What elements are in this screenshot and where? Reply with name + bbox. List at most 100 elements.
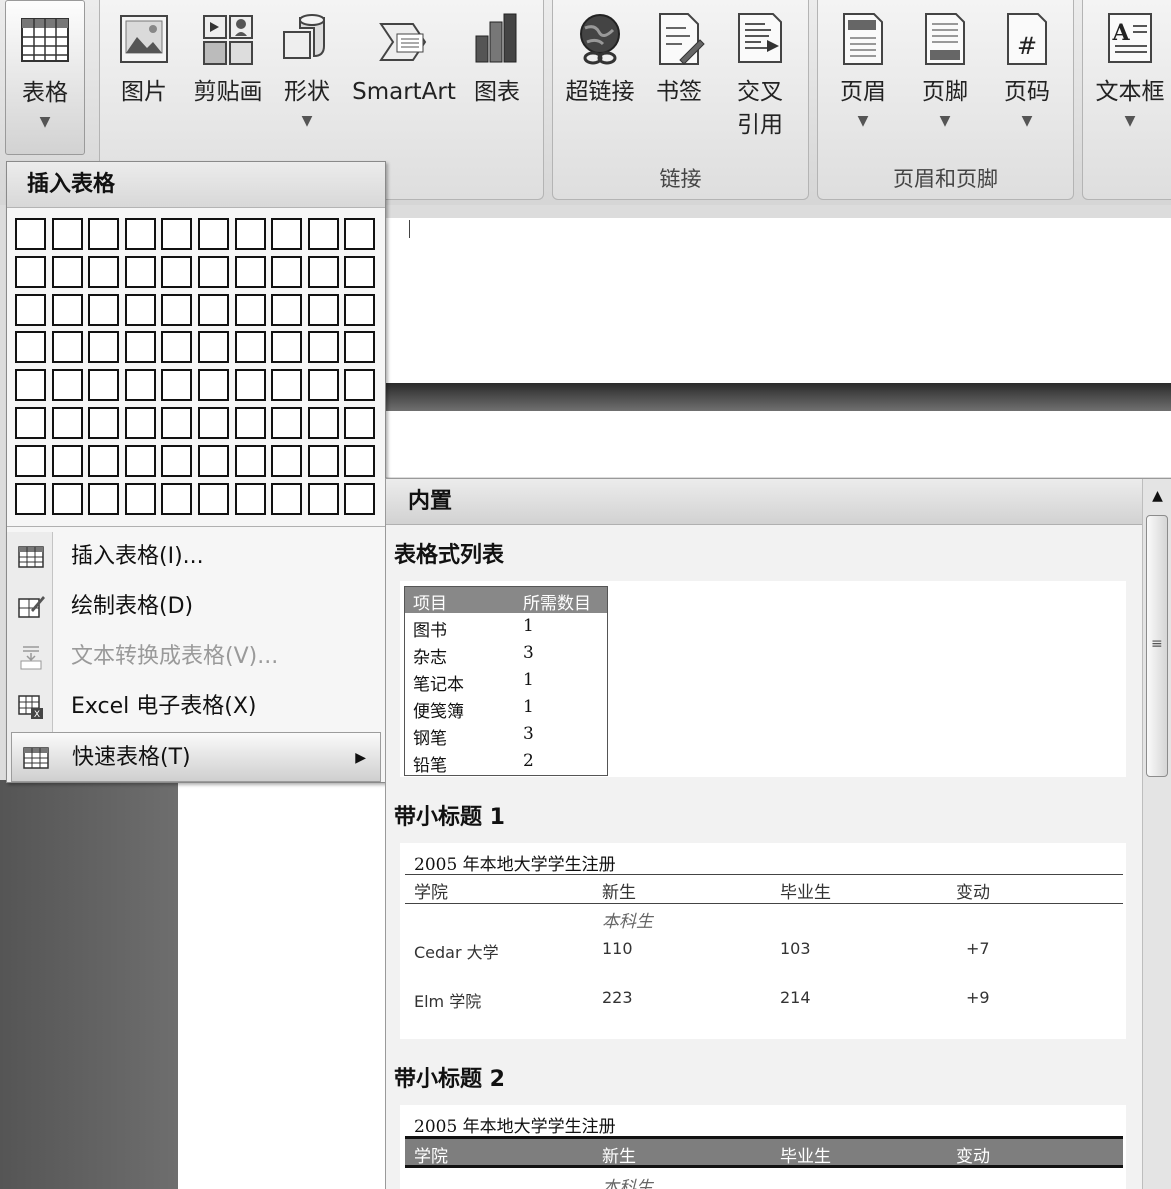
grid-cell[interactable]	[88, 255, 120, 288]
grid-cell[interactable]	[124, 482, 156, 515]
grid-cell[interactable]	[307, 369, 339, 402]
scroll-up-icon[interactable]: ▲	[1143, 479, 1171, 513]
gallery-scrollbar[interactable]: ▲ ≡	[1142, 479, 1171, 1189]
grid-cell[interactable]	[124, 369, 156, 402]
grid-cell[interactable]	[15, 369, 46, 402]
grid-cell[interactable]	[344, 407, 376, 439]
grid-cell[interactable]	[234, 407, 266, 439]
grid-cell[interactable]	[344, 482, 376, 515]
grid-cell[interactable]	[15, 444, 46, 477]
grid-cell[interactable]	[198, 218, 229, 250]
grid-cell[interactable]	[124, 255, 156, 288]
grid-cell[interactable]	[198, 331, 229, 364]
grid-cell[interactable]	[234, 331, 266, 364]
grid-cell[interactable]	[124, 331, 156, 364]
grid-cell[interactable]	[344, 218, 376, 250]
grid-cell[interactable]	[271, 255, 303, 288]
smartart-button[interactable]: SmartArt	[348, 0, 460, 109]
grid-cell[interactable]	[161, 444, 193, 477]
grid-cell[interactable]	[88, 444, 120, 477]
document-page-top[interactable]	[385, 218, 1171, 383]
grid-cell[interactable]	[124, 218, 156, 250]
document-page-left[interactable]	[178, 780, 386, 1189]
grid-cell[interactable]	[344, 369, 376, 402]
grid-cell[interactable]	[15, 255, 46, 288]
tabular-list-preview[interactable]: 项目 所需数目 图书 1 杂志 3 笔记本 1 便笺簿 1 钢笔 3 铅笔 2	[400, 581, 1126, 777]
table-button[interactable]: 表格 ▼	[5, 0, 85, 155]
grid-cell[interactable]	[344, 293, 376, 326]
grid-cell[interactable]	[124, 444, 156, 477]
grid-cell[interactable]	[344, 255, 376, 288]
grid-cell[interactable]	[307, 293, 339, 326]
grid-cell[interactable]	[51, 369, 83, 402]
hyperlink-button[interactable]: 超链接	[557, 0, 643, 109]
menu-item-excel-sheet[interactable]: X Excel 电子表格(X)	[7, 682, 385, 732]
grid-cell[interactable]	[234, 293, 266, 326]
grid-cell[interactable]	[15, 407, 46, 439]
subheading-2-preview[interactable]: 2005 年本地大学学生注册 学院 新生 毕业生 变动 本科生	[400, 1105, 1126, 1189]
grid-cell[interactable]	[271, 407, 303, 439]
grid-cell[interactable]	[234, 369, 266, 402]
grid-cell[interactable]	[51, 444, 83, 477]
grid-cell[interactable]	[271, 218, 303, 250]
grid-cell[interactable]	[88, 482, 120, 515]
grid-cell[interactable]	[15, 218, 46, 250]
grid-cell[interactable]	[51, 407, 83, 439]
grid-cell[interactable]	[271, 331, 303, 364]
grid-cell[interactable]	[15, 482, 46, 515]
menu-item-quick-tables[interactable]: 快速表格(T) ▶	[11, 732, 381, 782]
grid-cell[interactable]	[198, 482, 229, 515]
grid-cell[interactable]	[271, 369, 303, 402]
grid-cell[interactable]	[161, 293, 193, 326]
grid-cell[interactable]	[344, 331, 376, 364]
picture-button[interactable]: 图片	[108, 0, 180, 109]
grid-cell[interactable]	[88, 293, 120, 326]
grid-cell[interactable]	[198, 444, 229, 477]
table-size-grid[interactable]	[15, 218, 377, 520]
grid-cell[interactable]	[124, 407, 156, 439]
bookmark-button[interactable]: 书签	[647, 0, 711, 109]
grid-cell[interactable]	[88, 369, 120, 402]
chart-button[interactable]: 图表	[464, 0, 530, 109]
grid-cell[interactable]	[234, 255, 266, 288]
grid-cell[interactable]	[307, 444, 339, 477]
grid-cell[interactable]	[271, 444, 303, 477]
grid-cell[interactable]	[88, 407, 120, 439]
grid-cell[interactable]	[234, 482, 266, 515]
grid-cell[interactable]	[51, 255, 83, 288]
grid-cell[interactable]	[15, 293, 46, 326]
header-button[interactable]: 页眉 ▼	[828, 0, 898, 133]
menu-item-insert-table[interactable]: 插入表格(I)...	[7, 532, 385, 582]
cross-reference-button[interactable]: 交叉 引用	[723, 0, 797, 142]
grid-cell[interactable]	[51, 331, 83, 364]
grid-cell[interactable]	[198, 407, 229, 439]
grid-cell[interactable]	[124, 293, 156, 326]
footer-button[interactable]: 页脚 ▼	[910, 0, 980, 133]
grid-cell[interactable]	[15, 331, 46, 364]
grid-cell[interactable]	[307, 255, 339, 288]
page-number-button[interactable]: # 页码 ▼	[992, 0, 1062, 133]
grid-cell[interactable]	[307, 407, 339, 439]
grid-cell[interactable]	[161, 218, 193, 250]
grid-cell[interactable]	[88, 331, 120, 364]
grid-cell[interactable]	[198, 293, 229, 326]
menu-item-draw-table[interactable]: 绘制表格(D)	[7, 582, 385, 632]
grid-cell[interactable]	[51, 482, 83, 515]
document-page[interactable]	[385, 411, 1171, 477]
grid-cell[interactable]	[198, 255, 229, 288]
scroll-thumb[interactable]: ≡	[1146, 515, 1168, 777]
shapes-button[interactable]: 形状 ▼	[274, 0, 340, 133]
clip-art-button[interactable]: 剪贴画	[186, 0, 270, 109]
grid-cell[interactable]	[234, 444, 266, 477]
grid-cell[interactable]	[161, 331, 193, 364]
grid-cell[interactable]	[161, 255, 193, 288]
grid-cell[interactable]	[234, 218, 266, 250]
grid-cell[interactable]	[198, 369, 229, 402]
grid-cell[interactable]	[307, 331, 339, 364]
grid-cell[interactable]	[161, 369, 193, 402]
grid-cell[interactable]	[161, 407, 193, 439]
grid-cell[interactable]	[161, 482, 193, 515]
grid-cell[interactable]	[307, 482, 339, 515]
grid-cell[interactable]	[51, 218, 83, 250]
grid-cell[interactable]	[344, 444, 376, 477]
